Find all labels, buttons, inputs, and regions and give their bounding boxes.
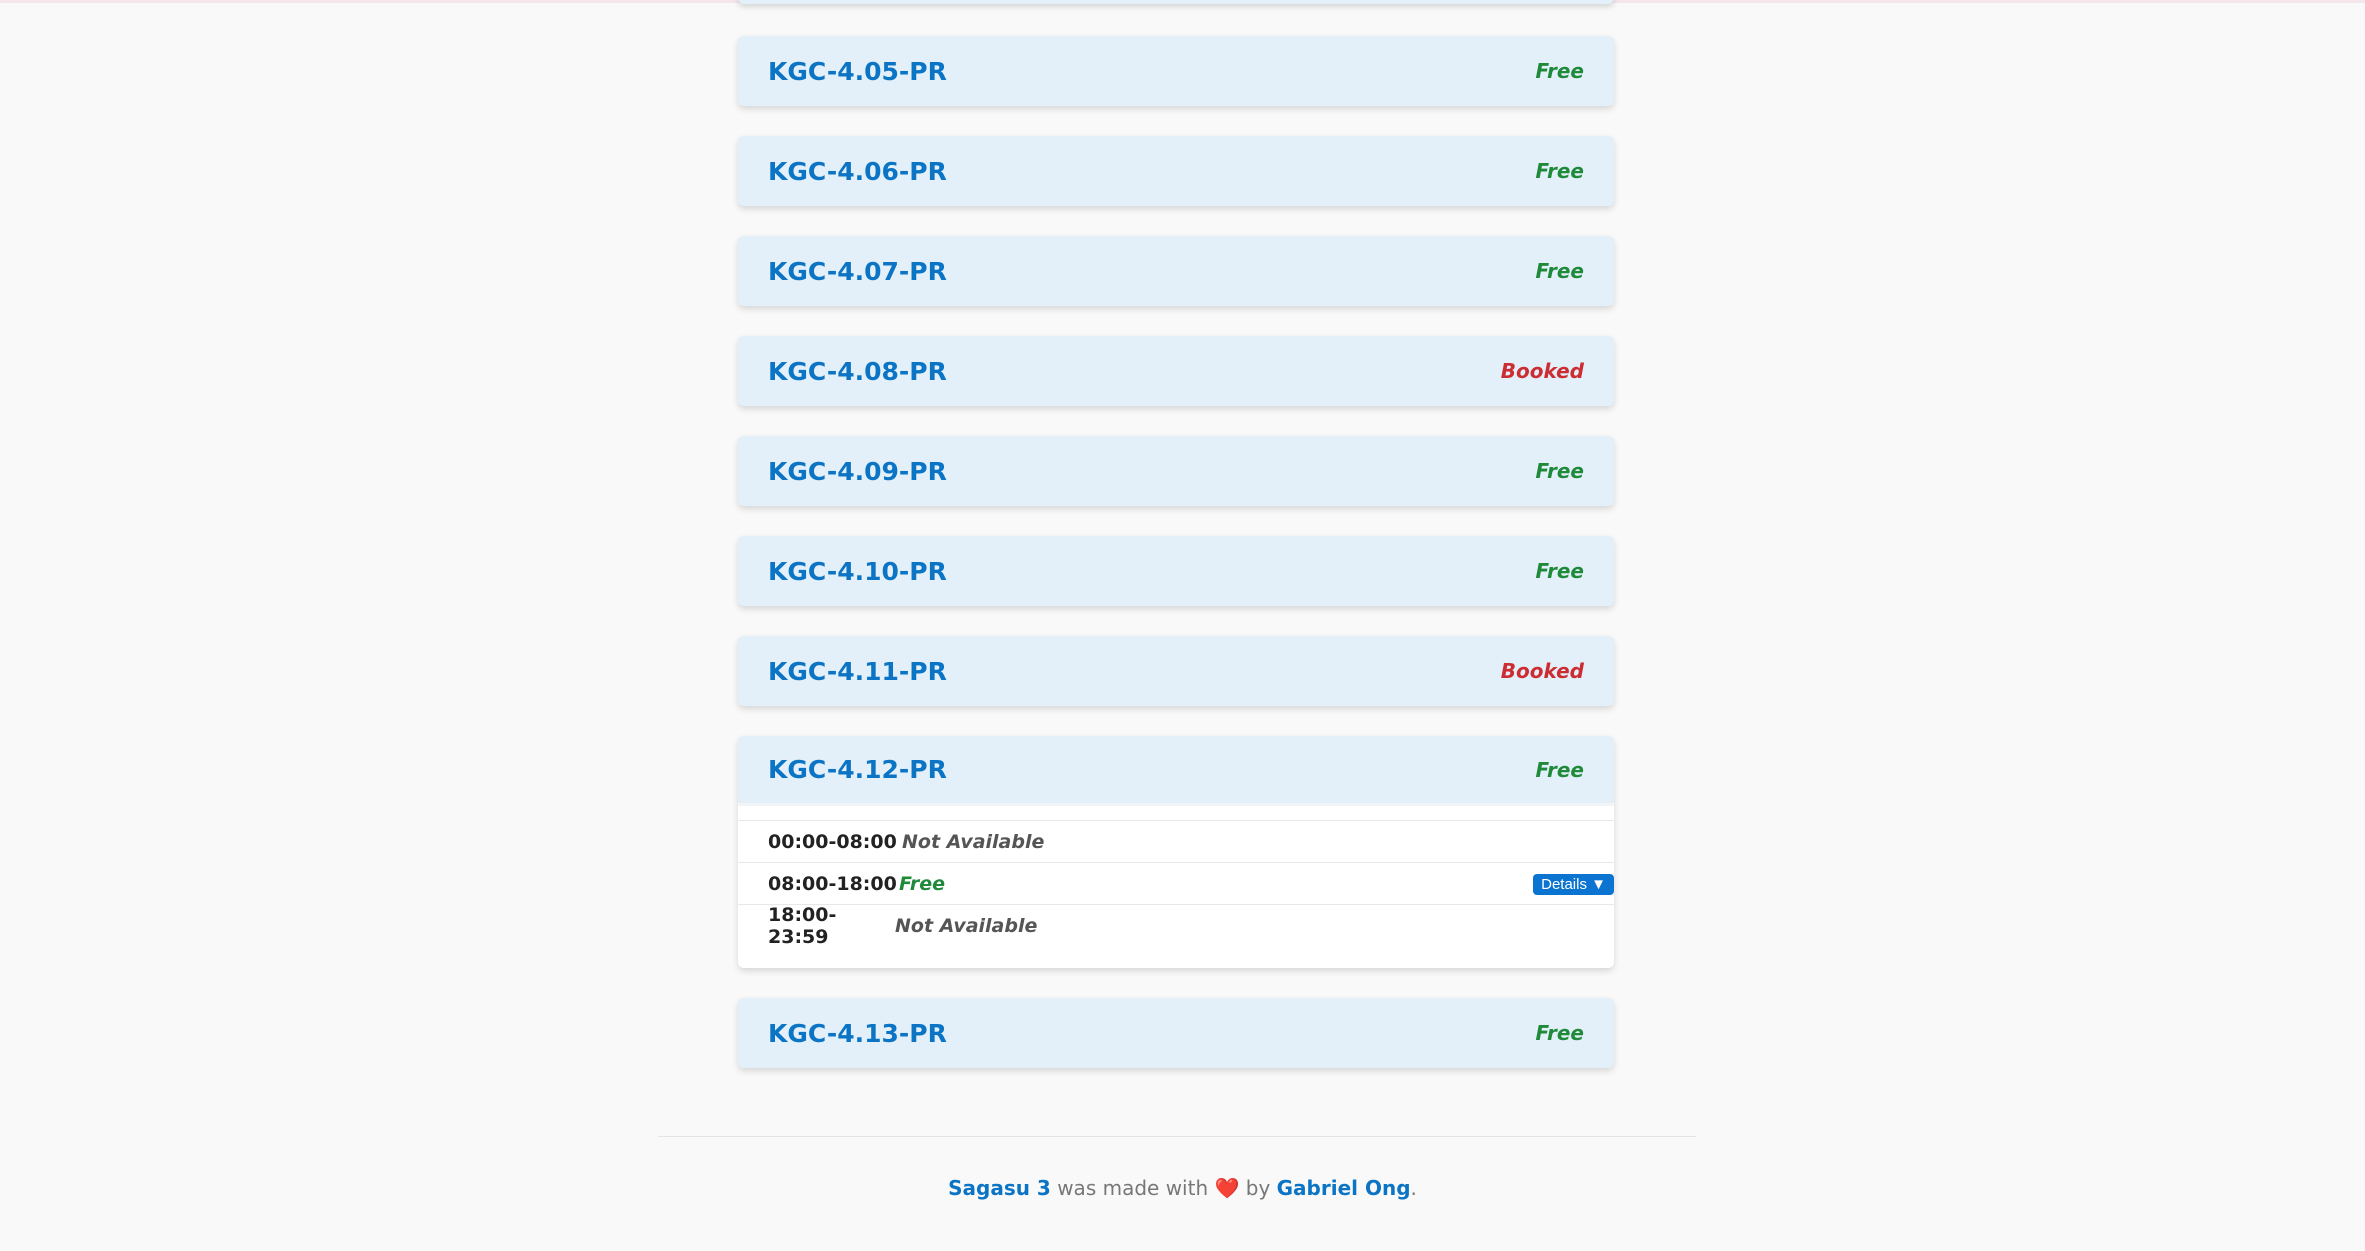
timeslot-time: 08:00-18:00 [768, 872, 897, 895]
room-card[interactable]: KGC-4.13-PR Free [738, 998, 1614, 1068]
timeslot-row: 08:00-18:00 Free Details ▼ [738, 862, 1614, 904]
room-name: KGC-4.11-PR [768, 656, 947, 686]
room-name: KGC-4.07-PR [768, 256, 947, 286]
details-button[interactable]: Details ▼ [1533, 874, 1614, 895]
footer-made-with-text: was made with [1057, 1176, 1209, 1200]
room-status: Booked [1500, 359, 1584, 383]
room-header[interactable]: KGC-4.08-PR Booked [738, 336, 1614, 406]
room-card-expanded[interactable]: KGC-4.12-PR Free 00:00-08:00 Not Availab… [738, 736, 1614, 968]
timeslot-row: 18:00-23:59 Not Available [738, 903, 1614, 948]
timeslot-time: 00:00-08:00 [768, 830, 897, 853]
room-header[interactable]: KGC-4.10-PR Free [738, 536, 1614, 606]
room-status: Free [1535, 259, 1584, 283]
room-status: Free [1535, 159, 1584, 183]
room-card[interactable]: KGC-4.10-PR Free [738, 536, 1614, 606]
room-name: KGC-4.06-PR [768, 156, 947, 186]
app-link[interactable]: Sagasu 3 [948, 1176, 1051, 1200]
room-card[interactable]: KGC-4.06-PR Free [738, 136, 1614, 206]
room-card[interactable]: KGC-4.05-PR Free [738, 36, 1614, 106]
room-status: Booked [1500, 659, 1584, 683]
footer-by-text: by [1245, 1176, 1271, 1200]
room-status: Free [1535, 559, 1584, 583]
footer: Sagasu 3 was made with ❤️ by Gabriel Ong… [0, 1176, 2365, 1200]
room-name: KGC-4.12-PR [768, 755, 947, 784]
room-header[interactable]: KGC-4.11-PR Booked [738, 636, 1614, 706]
room-header[interactable]: KGC-4.05-PR Free [738, 36, 1614, 106]
room-header[interactable]: KGC-4.06-PR Free [738, 136, 1614, 206]
room-card[interactable]: KGC-4.11-PR Booked [738, 636, 1614, 706]
timeslot-row: 00:00-08:00 Not Available [738, 820, 1614, 862]
room-status: Free [1535, 459, 1584, 483]
timeslot-status: Free [899, 872, 946, 895]
footer-period: . [1410, 1176, 1417, 1200]
timeslot-status: Not Available [902, 830, 1045, 853]
room-name: KGC-4.10-PR [768, 556, 947, 586]
room-header[interactable]: KGC-4.07-PR Free [738, 236, 1614, 306]
room-name: KGC-4.08-PR [768, 356, 947, 386]
room-name: KGC-4.09-PR [768, 456, 947, 486]
room-card[interactable]: KGC-4.07-PR Free [738, 236, 1614, 306]
room-card[interactable]: KGC-4.09-PR Free [738, 436, 1614, 506]
timeslot-status: Not Available [895, 914, 1038, 937]
heart-icon: ❤️ [1214, 1176, 1240, 1200]
room-header[interactable]: KGC-4.12-PR Free [738, 736, 1614, 806]
room-status: Free [1535, 59, 1584, 83]
timeslot-list: 00:00-08:00 Not Available 08:00-18:00 Fr… [738, 806, 1614, 968]
room-status: Free [1535, 1021, 1584, 1045]
room-name: KGC-4.13-PR [768, 1018, 947, 1048]
room-header[interactable]: KGC-4.09-PR Free [738, 436, 1614, 506]
room-card[interactable]: KGC-4.08-PR Booked [738, 336, 1614, 406]
room-name: KGC-4.05-PR [768, 56, 947, 86]
timeslot-time: 18:00-23:59 [768, 903, 837, 948]
room-header[interactable]: KGC-4.13-PR Free [738, 998, 1614, 1068]
room-list: KGC-4.05-PR Free KGC-4.06-PR Free KGC-4.… [738, 36, 1614, 1098]
room-status: Free [1535, 757, 1584, 782]
author-link[interactable]: Gabriel Ong [1277, 1176, 1411, 1200]
footer-divider [658, 1136, 1696, 1137]
previous-room-card-edge [738, 0, 1614, 4]
